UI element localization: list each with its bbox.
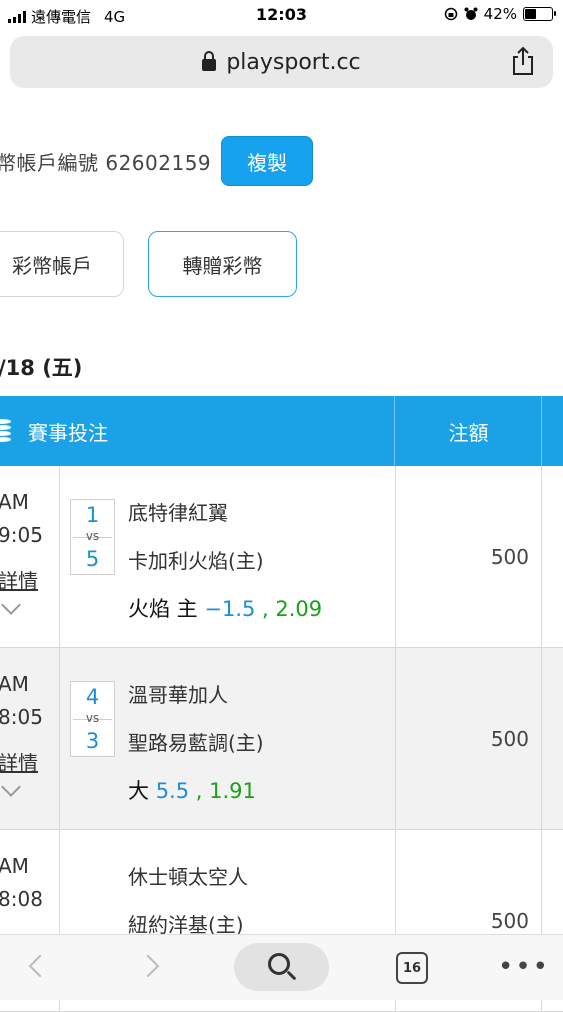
- game-time: 8:05: [0, 705, 43, 729]
- battery-icon: [523, 7, 556, 21]
- table-row: AM 8:05 詳情 4 vs 3 溫哥華加人 聖路易藍調(主) 大 5.5 ,…: [0, 648, 563, 830]
- game-cell: 4 vs 3 溫哥華加人 聖路易藍調(主) 大 5.5 , 1.91: [60, 648, 396, 829]
- status-bar: 遠傳電信 4G 12:03 42%: [0, 0, 563, 30]
- bet-pick: 火焰 主: [128, 597, 205, 621]
- coin-account-button[interactable]: 彩幣帳戶: [0, 231, 124, 297]
- bet-selection: 火焰 主 −1.5 , 2.09: [128, 593, 322, 623]
- bet-selection: 大 5.5 , 1.91: [128, 775, 256, 805]
- game-cell: 1 vs 5 底特律紅翼 卡加利火焰(主) 火焰 主 −1.5 , 2.09: [60, 466, 396, 647]
- score-home: 5: [85, 547, 100, 571]
- bet-amount: 500: [490, 727, 529, 751]
- amount-cell: 500: [396, 648, 542, 829]
- status-right: 42%: [444, 5, 556, 23]
- score-away: 1: [85, 503, 100, 527]
- team-away: 底特律紅翼: [128, 501, 228, 525]
- game-ampm: AM: [0, 854, 29, 878]
- browser-toolbar: 16 •••: [0, 934, 563, 1000]
- search-button[interactable]: [234, 943, 329, 991]
- header-event: 賽事投注: [0, 396, 395, 466]
- team-away: 溫哥華加人: [128, 683, 228, 707]
- vs-label: vs: [85, 529, 100, 543]
- copy-button[interactable]: 複製: [221, 136, 314, 186]
- bet-total: 5.5: [155, 779, 190, 803]
- bet-table: 賽事投注 注額 AM 9:05 詳情 1 vs 5 底特律紅翼 卡加利火焰(主)…: [0, 396, 563, 1012]
- coins-icon: [0, 418, 16, 444]
- battery-percent: 42%: [483, 5, 517, 23]
- game-time: 8:08: [0, 887, 43, 911]
- game-ampm: AM: [0, 672, 29, 696]
- account-number: 幣帳戶編號 62602159: [0, 150, 212, 175]
- account-number-row: 幣帳戶編號 62602159 複製: [0, 136, 314, 186]
- chevron-down-icon[interactable]: [1, 777, 21, 797]
- alarm-icon: [464, 7, 478, 20]
- bet-amount: 500: [490, 909, 529, 933]
- score-away: 4: [85, 685, 100, 709]
- detail-link[interactable]: 詳情: [0, 565, 38, 594]
- score-home: 3: [85, 729, 100, 753]
- more-icon[interactable]: •••: [498, 954, 550, 980]
- battery-fill: [525, 9, 536, 19]
- back-arrow-icon[interactable]: [28, 954, 52, 978]
- bet-odds: , 1.91: [189, 779, 256, 803]
- date-title: /18 (五): [0, 356, 83, 380]
- score-box: 4 vs 3: [70, 681, 115, 757]
- rotation-lock-icon: [444, 7, 457, 21]
- time-cell: AM 9:05 詳情: [0, 466, 60, 647]
- tabs-button[interactable]: 16: [396, 952, 428, 984]
- bet-amount: 500: [490, 545, 529, 569]
- score-box: 1 vs 5: [70, 499, 115, 575]
- lock-icon: [202, 51, 217, 71]
- game-time: 9:05: [0, 523, 43, 547]
- team-away: 休士頓太空人: [128, 865, 248, 889]
- header-amount: 注額: [396, 396, 542, 466]
- bet-odds: , 2.09: [255, 597, 323, 621]
- bet-pick: 大: [128, 779, 156, 803]
- bet-handicap: −1.5: [204, 597, 256, 621]
- amount-cell: 500: [396, 466, 542, 647]
- browser-header: playsport.cc: [0, 30, 563, 100]
- game-ampm: AM: [0, 490, 29, 514]
- chevron-down-icon[interactable]: [1, 595, 21, 615]
- address-bar[interactable]: playsport.cc: [10, 36, 553, 88]
- detail-link[interactable]: 詳情: [0, 747, 38, 776]
- table-header: 賽事投注 注額: [0, 396, 563, 466]
- team-home: 卡加利火焰(主): [128, 549, 264, 573]
- forward-arrow-icon[interactable]: [136, 954, 160, 978]
- header-event-label: 賽事投注: [28, 420, 108, 445]
- table-row: AM 9:05 詳情 1 vs 5 底特律紅翼 卡加利火焰(主) 火焰 主 −1…: [0, 466, 563, 648]
- team-home: 聖路易藍調(主): [128, 731, 264, 755]
- vs-label: vs: [85, 711, 100, 725]
- gift-coins-button[interactable]: 轉贈彩幣: [148, 231, 297, 297]
- url-text: playsport.cc: [226, 49, 361, 75]
- time-cell: AM 8:05 詳情: [0, 648, 60, 829]
- share-icon[interactable]: [509, 46, 537, 76]
